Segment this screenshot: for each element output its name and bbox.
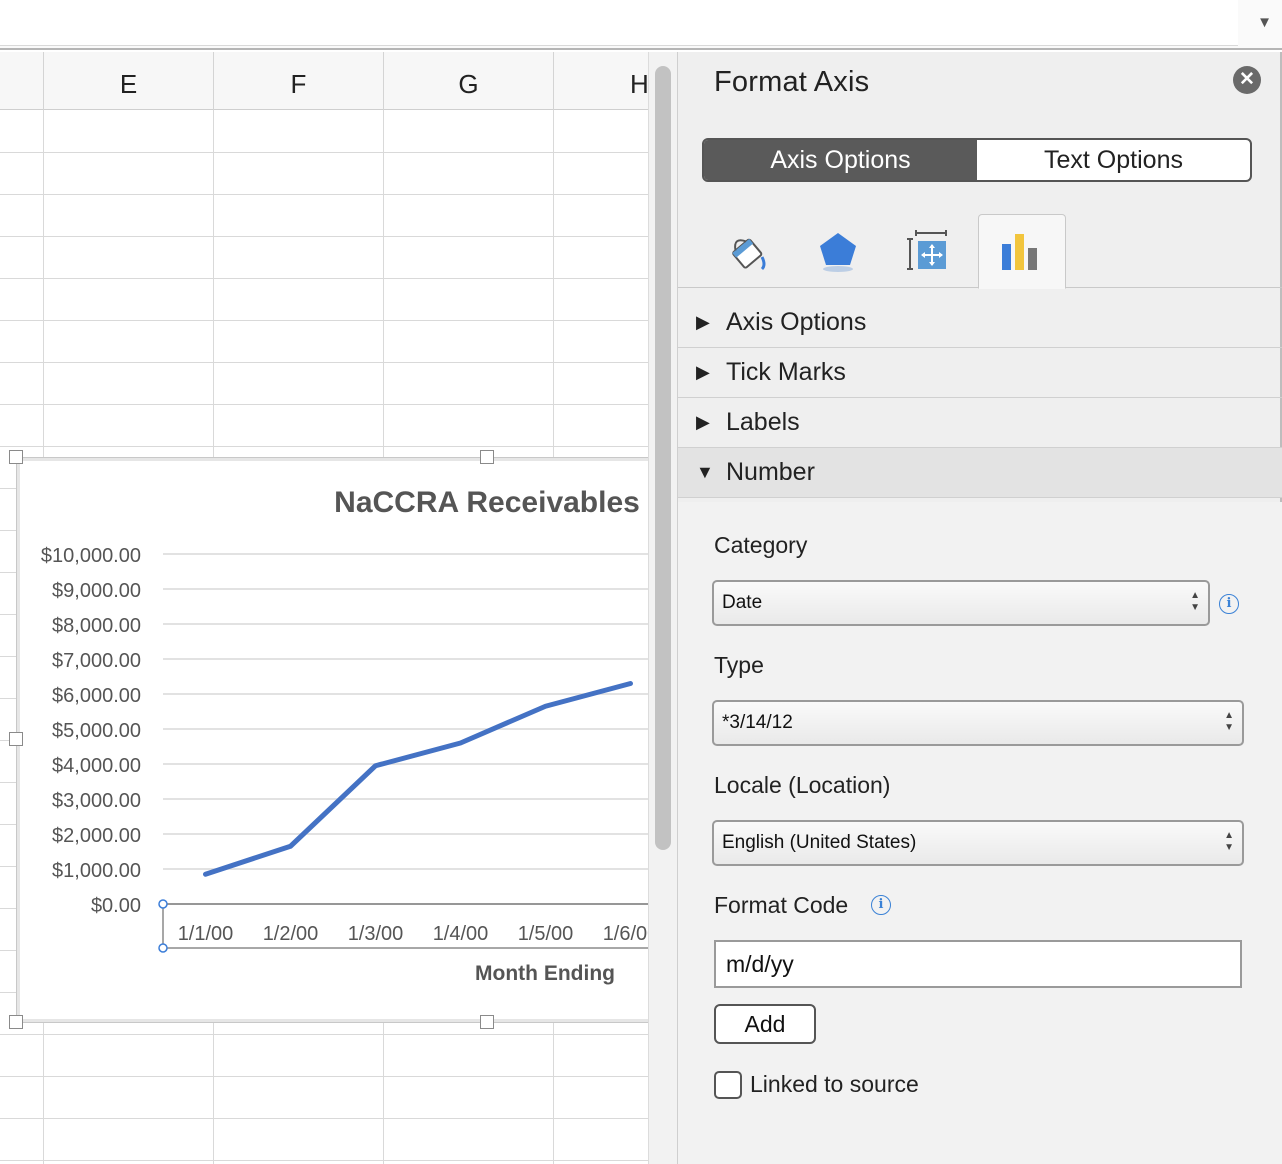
- category-value: Date: [722, 592, 763, 613]
- row-gridline: [0, 194, 648, 195]
- resize-handle-bottom-left[interactable]: [9, 1015, 23, 1029]
- row-gridline: [0, 1076, 648, 1077]
- column-header-row: E F G H: [0, 52, 648, 110]
- category-label: Category: [714, 532, 808, 558]
- linked-to-source-label: Linked to source: [750, 1071, 919, 1097]
- row-gridline: [0, 236, 648, 237]
- formula-input[interactable]: [0, 0, 1238, 46]
- stepper-arrows-icon: ▲ ▼: [1224, 710, 1234, 733]
- format-axis-pane: Format Axis ✕ Axis Options Text Options: [678, 52, 1282, 1164]
- y-tick-label: $10,000.00: [41, 545, 141, 567]
- vertical-scrollbar[interactable]: [648, 52, 678, 1164]
- row-gridline: [0, 1118, 648, 1119]
- row-gridline: [0, 320, 648, 321]
- options-segmented-control: Axis Options Text Options: [702, 138, 1252, 182]
- section-label: Tick Marks: [726, 358, 846, 386]
- y-tick-label: $5,000.00: [52, 720, 141, 742]
- y-tick-label: $6,000.00: [52, 685, 141, 707]
- y-tick-label: $2,000.00: [52, 825, 141, 847]
- chart-svg: NaCCRA Receivables $0.00 $1,000.00 $2,000.0…: [41, 486, 657, 985]
- section-label: Axis Options: [726, 308, 867, 336]
- collapsed-triangle-icon: ▶: [696, 312, 710, 332]
- stepper-arrows-icon: ▲ ▼: [1224, 830, 1234, 853]
- tab-axis-options[interactable]: Axis Options: [704, 140, 977, 180]
- section-label: Labels: [726, 408, 800, 436]
- y-tick-label: $0.00: [91, 895, 141, 917]
- column-header-f[interactable]: F: [213, 52, 383, 110]
- option-icon-tabs: [678, 214, 1282, 289]
- y-tick-label: $3,000.00: [52, 790, 141, 812]
- y-tick-label: $4,000.00: [52, 755, 141, 777]
- scrollbar-thumb[interactable]: [655, 66, 671, 850]
- x-tick-label: 1/3/00: [348, 923, 404, 945]
- section-axis-options[interactable]: ▶ Axis Options: [678, 298, 1282, 348]
- row-gridline: [0, 152, 648, 153]
- column-header-h[interactable]: H: [553, 52, 648, 110]
- row-gridline: [0, 1034, 648, 1035]
- section-labels[interactable]: ▶ Labels: [678, 398, 1282, 448]
- locale-label: Locale (Location): [714, 772, 891, 798]
- row-gridline: [0, 1160, 648, 1161]
- collapsed-triangle-icon: ▶: [696, 362, 710, 382]
- add-button[interactable]: Add: [714, 1004, 816, 1044]
- formula-bar-expand-icon[interactable]: ▼: [1257, 14, 1272, 31]
- formula-bar: ▼: [0, 0, 1282, 50]
- x-axis-title: Month Ending: [475, 962, 615, 985]
- expanded-triangle-icon: ▼: [696, 462, 714, 482]
- axis-selection-handle: [158, 899, 168, 909]
- x-tick-label: 1/2/00: [263, 923, 319, 945]
- stepper-arrows-icon: ▲ ▼: [1190, 590, 1200, 613]
- type-label: Type: [714, 652, 764, 678]
- category-info-icon[interactable]: i: [1219, 594, 1239, 614]
- linked-to-source-checkbox[interactable]: [714, 1071, 742, 1099]
- category-select[interactable]: Date ▲ ▼: [712, 580, 1210, 626]
- row-gridline: [0, 446, 648, 447]
- resize-handle-left[interactable]: [9, 732, 23, 746]
- column-header-e[interactable]: E: [43, 52, 213, 110]
- collapsed-triangle-icon: ▶: [696, 412, 710, 432]
- x-tick-label: 1/4/00: [433, 923, 489, 945]
- type-select[interactable]: *3/14/12 ▲ ▼: [712, 700, 1244, 746]
- resize-handle-top-left[interactable]: [9, 450, 23, 464]
- format-code-input[interactable]: m/d/yy: [714, 940, 1242, 988]
- y-tick-label: $8,000.00: [52, 615, 141, 637]
- x-axis-selection-box: [162, 903, 657, 949]
- row-gridline: [0, 362, 648, 363]
- row-gridline: [0, 404, 648, 405]
- x-tick-label: 1/1/00: [178, 923, 234, 945]
- tab-text-options[interactable]: Text Options: [977, 140, 1250, 180]
- type-value: *3/14/12: [722, 712, 793, 733]
- close-icon[interactable]: ✕: [1233, 66, 1261, 94]
- resize-handle-bottom[interactable]: [480, 1015, 494, 1029]
- fill-line-icon[interactable]: [704, 214, 792, 288]
- locale-select[interactable]: English (United States) ▲ ▼: [712, 820, 1244, 866]
- section-number[interactable]: ▼ Number: [678, 448, 1282, 498]
- format-code-info-icon[interactable]: i: [871, 895, 891, 915]
- excel-window: ▼ E F G H NaCCRA Receivables $0.00 $1,000.…: [0, 0, 1282, 1164]
- column-header-g[interactable]: G: [383, 52, 553, 110]
- size-properties-icon[interactable]: [884, 214, 972, 288]
- effects-icon[interactable]: [794, 214, 882, 288]
- pane-title: Format Axis: [714, 66, 870, 98]
- line-chart[interactable]: NaCCRA Receivables $0.00 $1,000.00 $2,000.0…: [9, 450, 657, 1029]
- x-tick-label: 1/5/00: [518, 923, 574, 945]
- format-code-label: Format Code: [714, 892, 849, 918]
- y-tick-label: $7,000.00: [52, 650, 141, 672]
- series-line: [203, 681, 633, 877]
- chart-title: NaCCRA Receivables: [334, 486, 640, 519]
- y-tick-label: $1,000.00: [52, 860, 141, 882]
- resize-handle-top[interactable]: [480, 450, 494, 464]
- y-tick-label: $9,000.00: [52, 580, 141, 602]
- section-label: Number: [726, 458, 815, 486]
- row-gridline: [0, 278, 648, 279]
- axis-selection-handle: [158, 943, 168, 953]
- axis-options-icon[interactable]: [978, 214, 1066, 289]
- section-tick-marks[interactable]: ▶ Tick Marks: [678, 348, 1282, 398]
- locale-value: English (United States): [722, 832, 917, 853]
